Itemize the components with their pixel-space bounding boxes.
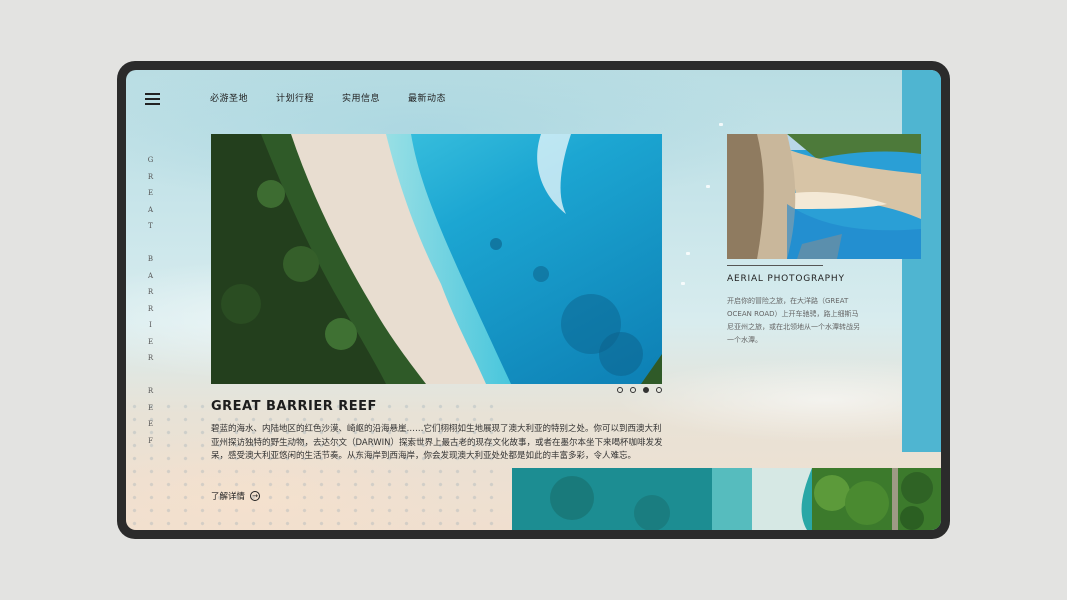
accent-strip (902, 70, 941, 452)
hamburger-icon[interactable] (145, 93, 160, 105)
vertical-label-char: R (147, 288, 155, 296)
carousel-dot[interactable] (643, 387, 649, 393)
hero-description: 碧蓝的海水、内陆地区的红色沙漠、崎岖的沿海悬崖……它们栩栩如生地展现了澳大利亚的… (211, 424, 663, 462)
vertical-label-char: E (147, 189, 155, 197)
vertical-label-char: A (147, 271, 155, 280)
hero-image[interactable] (211, 134, 662, 384)
carousel-dot[interactable] (630, 387, 636, 393)
side-divider (727, 265, 823, 266)
vertical-label-char: T (148, 222, 154, 230)
vertical-label-char: R (147, 387, 155, 395)
foam-fleck (686, 252, 690, 255)
vertical-label-char: I (149, 321, 153, 329)
vertical-label-char: E (147, 403, 155, 412)
vertical-label-char: R (147, 172, 155, 181)
vertical-label-char: B (147, 255, 155, 263)
vertical-label-char: E (147, 337, 155, 346)
nav-item-news[interactable]: 最新动态 (408, 91, 446, 104)
side-card-image[interactable] (727, 134, 921, 259)
foam-fleck (719, 123, 723, 126)
vertical-label-char: R (147, 354, 155, 362)
side-card-title: AERIAL PHOTOGRAPHY (727, 274, 845, 284)
carousel-dots (617, 387, 662, 393)
app-screen: 必游圣地 计划行程 实用信息 最新动态 GREAT BARRIER REEF G… (126, 70, 941, 530)
vertical-label-char (146, 235, 156, 252)
nav-item-destinations[interactable]: 必游圣地 (210, 91, 248, 104)
vertical-label-char: A (147, 205, 155, 214)
foam-fleck (681, 282, 685, 285)
nav-item-info[interactable]: 实用信息 (342, 91, 380, 104)
hero-title: GREAT BARRIER REEF (211, 399, 377, 414)
foam-fleck (706, 185, 710, 188)
learn-more-label: 了解详情 (211, 492, 246, 502)
top-nav: 必游圣地 计划行程 实用信息 最新动态 (210, 91, 446, 104)
arrow-right-icon: → (250, 491, 261, 501)
shipwreck-cove-photo (727, 134, 921, 259)
vertical-label-char: R (147, 304, 155, 313)
vertical-label-char (146, 367, 156, 384)
carousel-dot[interactable] (617, 387, 623, 393)
vertical-section-label: GREAT BARRIER REEF (146, 152, 156, 449)
learn-more-link[interactable]: 了解详情 → (211, 490, 261, 502)
vertical-label-char: G (147, 156, 155, 164)
vertical-label-char: F (148, 436, 154, 445)
aerial-coast-photo (211, 134, 662, 384)
beach-people-texture (126, 400, 506, 530)
vertical-label-char: E (147, 420, 155, 428)
tablet-frame: 必游圣地 计划行程 实用信息 最新动态 GREAT BARRIER REEF G… (117, 61, 950, 539)
carousel-dot[interactable] (656, 387, 662, 393)
bottom-gallery-image[interactable] (512, 468, 941, 530)
lagoon-forest-photo (512, 468, 941, 530)
side-card-description: 开启你的冒险之旅，在大洋路（GREAT OCEAN ROAD）上开车驰骋，路上细… (727, 297, 860, 344)
nav-item-itinerary[interactable]: 计划行程 (276, 91, 314, 104)
